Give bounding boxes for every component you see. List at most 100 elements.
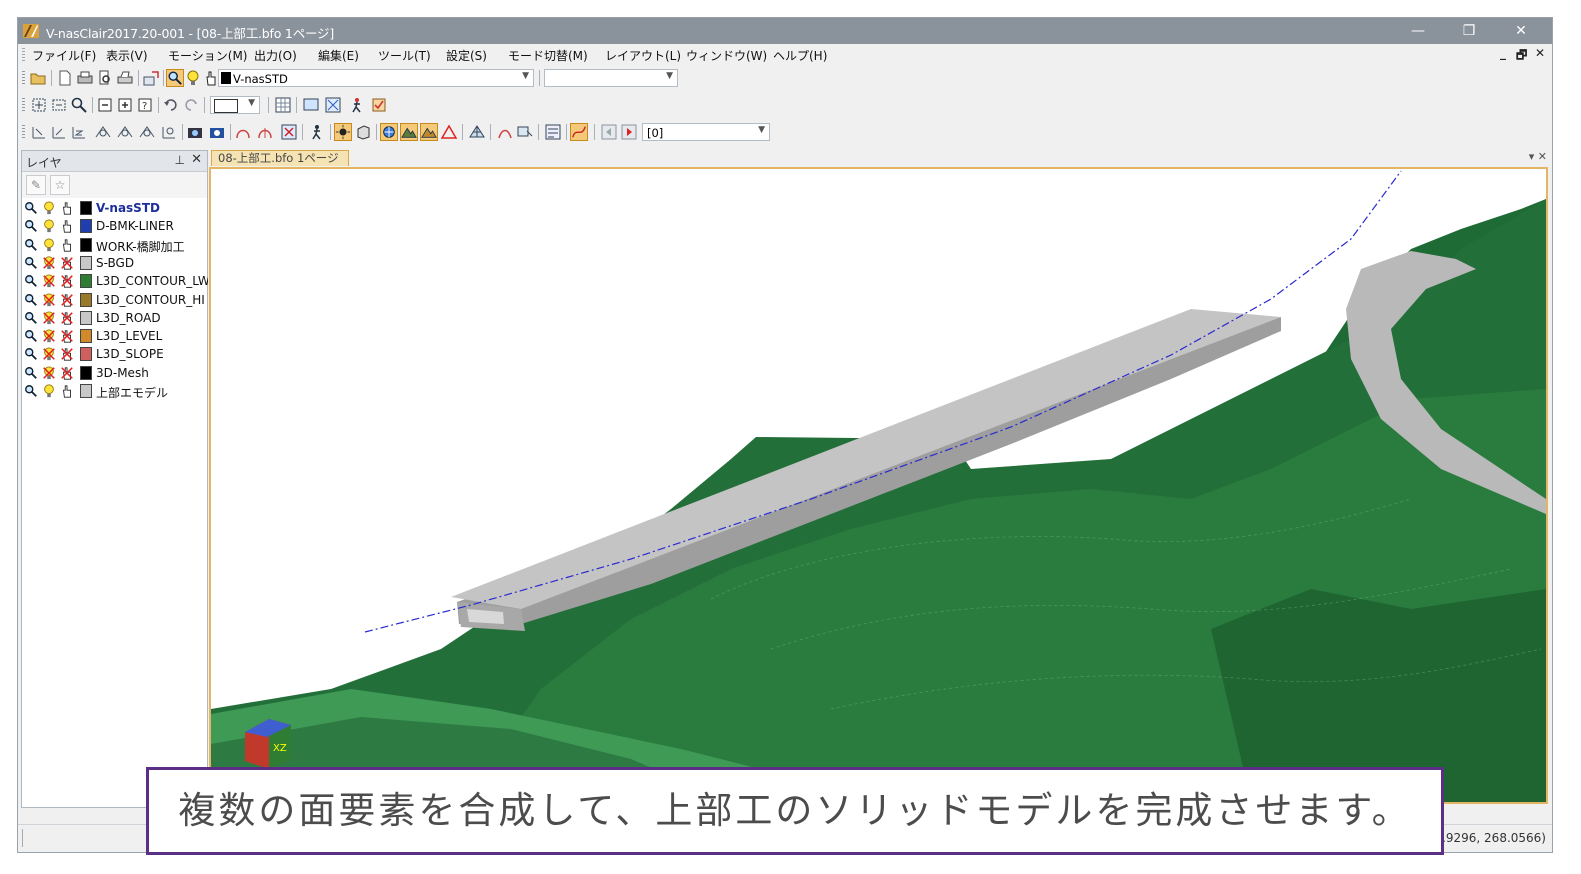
- layer-visibility-bulb-icon[interactable]: [42, 238, 56, 252]
- print-preview-icon[interactable]: [96, 69, 114, 87]
- scene-canvas[interactable]: XZ: [211, 169, 1546, 802]
- menu-output[interactable]: 出力(O): [254, 47, 297, 64]
- menu-mode-switch[interactable]: モード切替(M): [508, 47, 588, 64]
- rotate-y-icon[interactable]: [116, 123, 134, 141]
- layer-search-icon[interactable]: [166, 69, 184, 87]
- magnifier-icon[interactable]: [70, 96, 88, 114]
- menu-tools[interactable]: ツール(T): [378, 47, 431, 64]
- layer-visibility-bulb-icon[interactable]: [42, 347, 56, 361]
- layer-row[interactable]: L3D_SLOPE: [22, 345, 208, 363]
- zoom-fit-icon[interactable]: [50, 96, 68, 114]
- layer-search-icon[interactable]: [24, 293, 38, 307]
- layer-lock-hand-icon[interactable]: [60, 347, 74, 361]
- layer-lock-hand-icon[interactable]: [60, 384, 74, 398]
- next-page-icon[interactable]: [620, 123, 638, 141]
- layer-move-icon[interactable]: [142, 69, 160, 87]
- layer-lock-hand-icon[interactable]: [60, 256, 74, 270]
- layer-search-icon[interactable]: [24, 329, 38, 343]
- layer-search-icon[interactable]: [24, 366, 38, 380]
- menu-file[interactable]: ファイル(F): [32, 47, 96, 64]
- spray-icon[interactable]: [496, 123, 514, 141]
- layer-row[interactable]: WORK-橋脚加工: [22, 236, 208, 254]
- document-tab-controls[interactable]: ▾ ✕: [1529, 150, 1547, 163]
- texture-render-icon[interactable]: [420, 123, 438, 141]
- menu-settings[interactable]: 設定(S): [446, 47, 487, 64]
- layer-lock-hand-icon[interactable]: [60, 219, 74, 233]
- layer-search-icon[interactable]: [24, 347, 38, 361]
- solid-box-icon[interactable]: [354, 123, 372, 141]
- axis-x-icon[interactable]: [30, 123, 48, 141]
- layer-visibility-bulb-icon[interactable]: [42, 201, 56, 215]
- current-layer-combo[interactable]: V-nasSTD ▼: [218, 69, 534, 87]
- layer-visibility-bulb-icon[interactable]: [42, 256, 56, 270]
- layer-row[interactable]: L3D_CONTOUR_HI: [22, 291, 208, 309]
- layer-panel-close-button[interactable]: ✕: [191, 152, 202, 167]
- menu-view[interactable]: 表示(V): [106, 47, 148, 64]
- zoom-in-icon[interactable]: [116, 96, 134, 114]
- pin-icon[interactable]: ⊥: [175, 153, 185, 167]
- layer-visibility-bulb-icon[interactable]: [42, 329, 56, 343]
- rotate-z-icon[interactable]: [138, 123, 156, 141]
- zoom-extents-icon[interactable]: [324, 96, 342, 114]
- triangle-icon[interactable]: [440, 123, 458, 141]
- check-tool-icon[interactable]: [370, 96, 388, 114]
- mdi-restore-button[interactable]: 🗗: [1516, 46, 1527, 67]
- layer-visible-bulb-icon[interactable]: [184, 69, 202, 87]
- mdi-minimize-button[interactable]: _: [1500, 46, 1506, 60]
- curve-edit-icon[interactable]: [570, 123, 588, 141]
- menu-edit[interactable]: 編集(E): [318, 47, 359, 64]
- mdi-close-button[interactable]: ✕: [1535, 46, 1545, 60]
- layer-row[interactable]: 上部エモデル: [22, 382, 208, 400]
- layer-search-icon[interactable]: [24, 238, 38, 252]
- page-combo[interactable]: [0] ▼: [642, 123, 770, 141]
- layer-visibility-bulb-icon[interactable]: [42, 366, 56, 380]
- layer-lock-hand-icon[interactable]: [60, 329, 74, 343]
- menu-window[interactable]: ウィンドウ(W): [686, 47, 767, 64]
- new-file-icon[interactable]: [56, 69, 74, 87]
- layer-visibility-bulb-icon[interactable]: [42, 274, 56, 288]
- terrain-render-icon[interactable]: [400, 123, 418, 141]
- mesh-icon[interactable]: [468, 123, 486, 141]
- help-icon[interactable]: ?: [136, 96, 154, 114]
- layer-search-icon[interactable]: [24, 274, 38, 288]
- layer-lock-hand-icon[interactable]: [60, 311, 74, 325]
- surface-render-icon[interactable]: [380, 123, 398, 141]
- layer-row[interactable]: L3D_ROAD: [22, 309, 208, 327]
- walk-person-icon[interactable]: [348, 96, 366, 114]
- light-point-icon[interactable]: [334, 123, 352, 141]
- screen-icon[interactable]: [302, 96, 320, 114]
- layer-visibility-bulb-icon[interactable]: [42, 292, 56, 307]
- zoom-window-icon[interactable]: [30, 96, 48, 114]
- walk-person-icon[interactable]: [308, 123, 326, 141]
- layer-visibility-bulb-icon[interactable]: [42, 311, 56, 325]
- layer-lock-hand-icon[interactable]: [60, 293, 74, 307]
- axis-y-icon[interactable]: [50, 123, 68, 141]
- menu-motion[interactable]: モーション(M): [168, 47, 247, 64]
- pencil-icon[interactable]: ✎: [26, 175, 46, 195]
- layer-row[interactable]: D-BMK-LINER: [22, 217, 208, 235]
- layer-row[interactable]: L3D_LEVEL: [22, 327, 208, 345]
- rotate-free-icon[interactable]: [160, 123, 178, 141]
- layer-search-icon[interactable]: [24, 384, 38, 398]
- rotate-x-icon[interactable]: [94, 123, 112, 141]
- layer-lock-hand-icon[interactable]: [60, 238, 74, 252]
- minimize-button[interactable]: —: [1395, 18, 1441, 44]
- camera-icon[interactable]: [186, 123, 204, 141]
- layer-search-icon[interactable]: [24, 311, 38, 325]
- layer-search-icon[interactable]: [24, 256, 38, 270]
- menu-help[interactable]: ヘルプ(H): [773, 47, 827, 64]
- close-button[interactable]: ✕: [1498, 18, 1544, 44]
- 3d-viewport[interactable]: XZ: [209, 167, 1548, 804]
- check-list-icon[interactable]: [544, 123, 562, 141]
- menu-layout[interactable]: レイアウト(L): [605, 47, 681, 64]
- layer-lock-hand-icon[interactable]: [60, 201, 74, 215]
- section-step-icon[interactable]: [256, 123, 274, 141]
- restore-button[interactable]: ❐: [1446, 18, 1492, 44]
- grid-icon[interactable]: [274, 96, 292, 114]
- layer-row[interactable]: 3D-Mesh: [22, 364, 208, 382]
- layer-row[interactable]: S-BGD: [22, 254, 208, 272]
- camera-save-icon[interactable]: [208, 123, 226, 141]
- axis-z-icon[interactable]: [70, 123, 88, 141]
- layer-visibility-bulb-icon[interactable]: [42, 384, 56, 398]
- layer-visibility-bulb-icon[interactable]: [42, 219, 56, 233]
